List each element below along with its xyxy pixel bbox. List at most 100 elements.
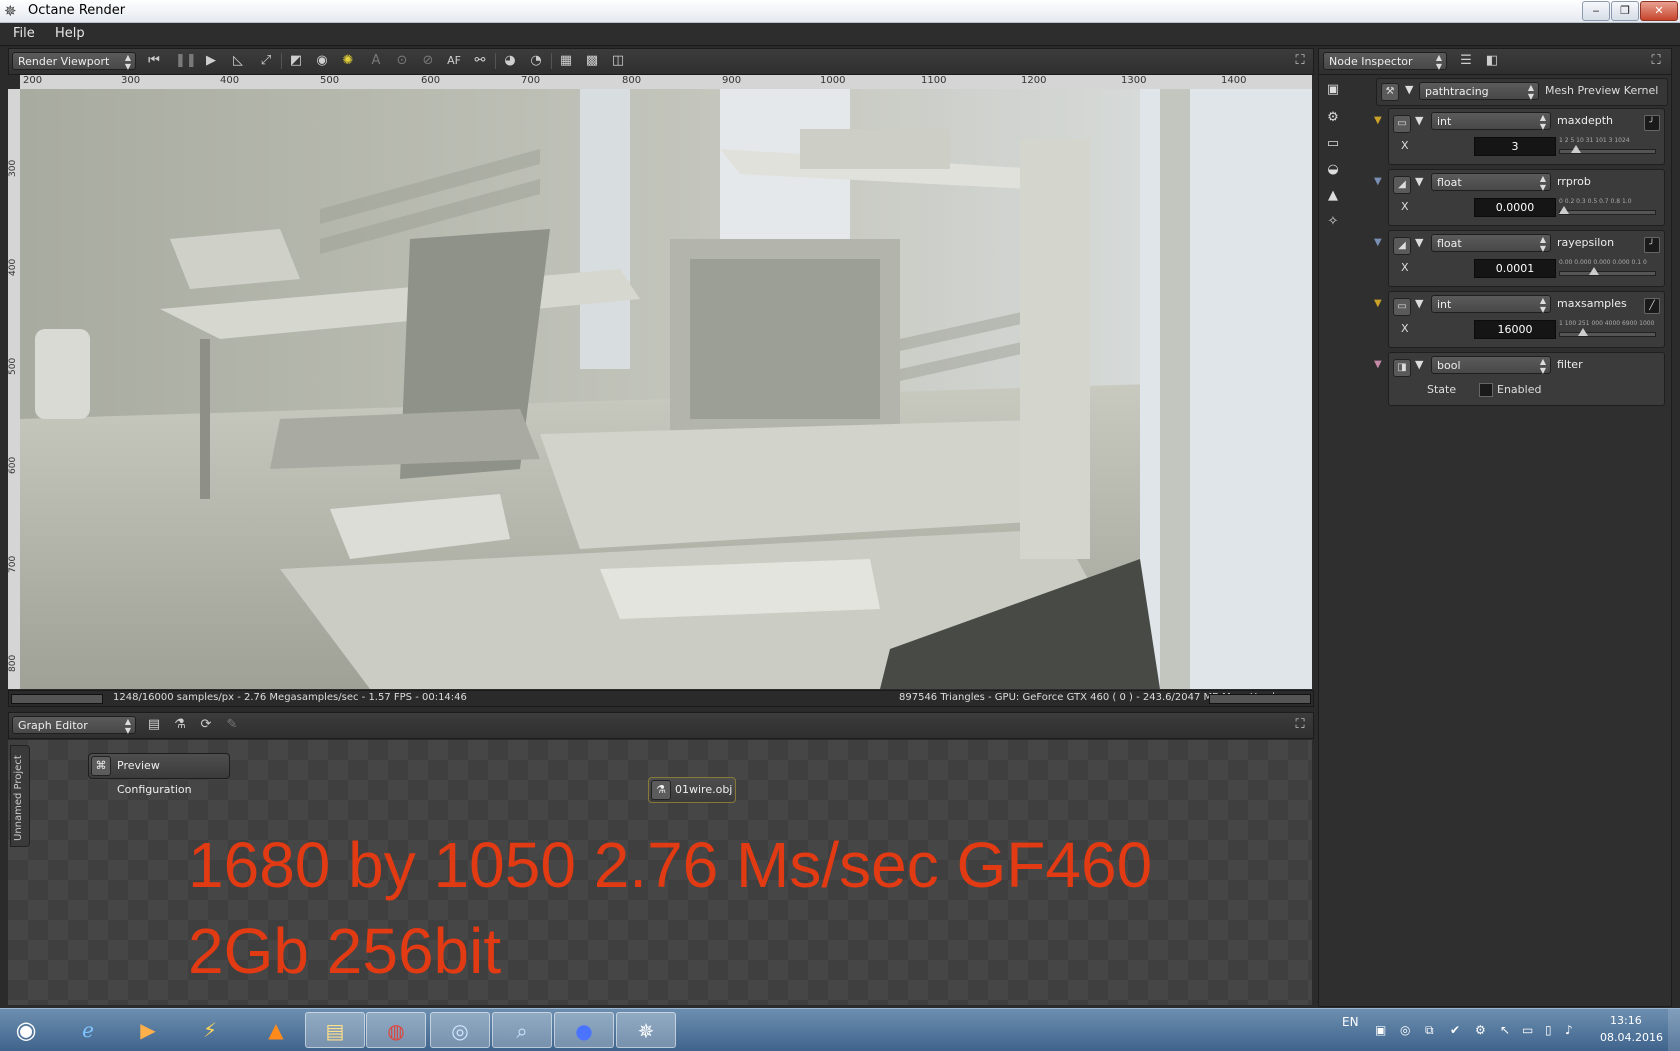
- value-slider[interactable]: 1 2 5 10 31 101 3 1024: [1559, 137, 1656, 155]
- value-input[interactable]: 0.0001: [1474, 259, 1556, 278]
- focus-picker-icon[interactable]: ◺: [229, 52, 247, 70]
- slider-knob[interactable]: [1559, 206, 1569, 214]
- zoom-picker-icon[interactable]: ⊙: [393, 52, 411, 70]
- mesh-node[interactable]: ⚗ 01wire.obj: [648, 777, 736, 803]
- white-balance-icon[interactable]: ◩: [287, 52, 305, 70]
- menu-help[interactable]: Help: [55, 26, 85, 41]
- edit-curve-icon[interactable]: ╯: [1644, 115, 1660, 131]
- postprocess-icon[interactable]: ✧: [1325, 214, 1341, 230]
- param-type-dropdown[interactable]: int ▲ ▼: [1431, 295, 1551, 314]
- show-desktop-button[interactable]: [1668, 1009, 1680, 1051]
- clay-mode-icon[interactable]: ◫: [609, 52, 627, 70]
- battery-tray-icon[interactable]: ▯: [1545, 1023, 1552, 1037]
- param-type-dropdown[interactable]: float ▲ ▼: [1431, 173, 1551, 192]
- alpha-checker-icon[interactable]: ▩: [583, 52, 601, 70]
- recenter-icon[interactable]: ⤢: [257, 52, 275, 70]
- close-button[interactable]: ✕: [1640, 1, 1678, 21]
- save-graph-icon[interactable]: ▤: [145, 716, 163, 734]
- input-pin-icon[interactable]: ▼: [1374, 359, 1382, 370]
- maximize-viewport-icon[interactable]: ⛶: [1291, 52, 1309, 70]
- maximize-button[interactable]: ❐: [1611, 1, 1639, 21]
- collapse-triangle-icon[interactable]: ▼: [1415, 175, 1423, 188]
- collapse-triangle-icon[interactable]: ▼: [1415, 236, 1423, 249]
- region-render-icon[interactable]: ◕: [501, 52, 519, 70]
- edit-curve-icon[interactable]: ╯: [1644, 237, 1660, 253]
- input-pin-icon[interactable]: ▼: [1374, 237, 1382, 248]
- expand-all-icon[interactable]: ☰: [1457, 52, 1475, 70]
- param-type-dropdown[interactable]: int ▲ ▼: [1431, 112, 1551, 131]
- media-player-icon[interactable]: ▶: [118, 1012, 178, 1048]
- blue-globe-icon[interactable]: ●: [554, 1012, 614, 1048]
- collapse-triangle-icon[interactable]: ▼: [1415, 114, 1423, 127]
- slider-knob[interactable]: [1588, 267, 1599, 275]
- display-tray-icon[interactable]: ▭: [1522, 1023, 1533, 1037]
- network-tray-icon[interactable]: ◎: [1400, 1023, 1410, 1037]
- search-tool-icon[interactable]: ⌕: [492, 1012, 552, 1048]
- graph-tool-icon[interactable]: ✎: [223, 716, 241, 734]
- chrome-icon[interactable]: ◍: [366, 1012, 426, 1048]
- project-side-tab[interactable]: Unnamed Project: [10, 745, 30, 847]
- imager-icon[interactable]: ▲: [1325, 188, 1341, 204]
- vlc-icon[interactable]: ▲: [246, 1012, 306, 1048]
- value-slider[interactable]: 1 100 251 000 4000 6900 10000: [1559, 320, 1656, 338]
- play-icon[interactable]: ▶: [202, 52, 220, 70]
- value-input[interactable]: 3: [1474, 137, 1556, 156]
- edit-curve-icon[interactable]: ╱: [1644, 298, 1660, 314]
- autofocus-button[interactable]: AF: [445, 52, 463, 70]
- film-region-icon[interactable]: ◔: [527, 52, 545, 70]
- panel-selector-dropdown[interactable]: Render Viewport ▲ ▼: [12, 52, 136, 71]
- render-image[interactable]: [20, 89, 1312, 689]
- tool-tray-icon[interactable]: ⚙: [1475, 1023, 1486, 1037]
- graph-editor-canvas[interactable]: ⌘ Preview Configuration ⚗ 01wire.obj 168…: [8, 740, 1312, 1005]
- slider-knob[interactable]: [1577, 328, 1588, 336]
- qbittorrent-icon[interactable]: ◎: [430, 1012, 490, 1048]
- object-picker-icon[interactable]: ⚯: [471, 52, 489, 70]
- pause-icon[interactable]: ❚❚: [175, 52, 197, 70]
- security-tray-icon[interactable]: ✔: [1450, 1023, 1460, 1037]
- light-picker-icon[interactable]: ✺: [339, 52, 357, 70]
- collapse-all-icon[interactable]: ◧: [1483, 52, 1501, 70]
- minimize-button[interactable]: ‒: [1582, 1, 1610, 21]
- maximize-graph-icon[interactable]: ⛶: [1291, 716, 1309, 734]
- start-orb-icon[interactable]: ◉: [0, 1012, 52, 1048]
- value-slider[interactable]: 0 0.2 0.3 0.5 0.7 0.8 1.0: [1559, 198, 1656, 216]
- clock-time[interactable]: 13:16: [1610, 1014, 1642, 1027]
- volume-tray-icon[interactable]: ♪: [1565, 1023, 1573, 1037]
- camera-icon[interactable]: ▭: [1325, 136, 1341, 152]
- slider-knob[interactable]: [1570, 145, 1581, 153]
- clock-date[interactable]: 08.04.2016: [1600, 1031, 1663, 1044]
- nvidia-tray-icon[interactable]: ▣: [1375, 1023, 1386, 1037]
- language-indicator[interactable]: EN: [1342, 1015, 1359, 1029]
- inspector-panel-selector-dropdown[interactable]: Node Inspector ▲ ▼: [1323, 52, 1447, 71]
- environment-icon[interactable]: ◒: [1325, 162, 1341, 178]
- input-pin-icon[interactable]: ▼: [1374, 115, 1382, 126]
- collapse-triangle-icon[interactable]: ▼: [1415, 358, 1423, 371]
- maximize-inspector-icon[interactable]: ⛶: [1647, 52, 1665, 70]
- menu-file[interactable]: File: [13, 26, 35, 41]
- collapse-triangle-icon[interactable]: ▼: [1405, 83, 1413, 96]
- value-input[interactable]: 16000: [1474, 320, 1556, 339]
- octane-render-icon[interactable]: ✵: [616, 1012, 676, 1048]
- cursor-tray-icon[interactable]: ↖: [1500, 1023, 1510, 1037]
- render-target-icon[interactable]: ▣: [1325, 82, 1341, 98]
- input-pin-icon[interactable]: ▼: [1374, 176, 1382, 187]
- load-material-icon[interactable]: ⚗: [171, 716, 189, 734]
- camera-target-icon[interactable]: ⊘: [419, 52, 437, 70]
- material-picker-icon[interactable]: ◉: [313, 52, 331, 70]
- param-type-dropdown[interactable]: float ▲ ▼: [1431, 234, 1551, 253]
- graph-panel-selector-dropdown[interactable]: Graph Editor ▲ ▼: [12, 716, 136, 735]
- reload-icon[interactable]: ⟳: [197, 716, 215, 734]
- file-explorer-icon[interactable]: ▤: [305, 1012, 365, 1048]
- restart-render-icon[interactable]: ⏮: [145, 52, 163, 70]
- preview-configuration-node[interactable]: ⌘ Preview Configuration: [88, 753, 230, 796]
- input-pin-icon[interactable]: ▼: [1374, 298, 1382, 309]
- grid-overlay-icon[interactable]: ▦: [557, 52, 575, 70]
- value-input[interactable]: 0.0000: [1474, 198, 1556, 217]
- kernel-type-dropdown[interactable]: pathtracing ▲ ▼: [1419, 82, 1539, 101]
- kernel-icon[interactable]: ⚙: [1325, 110, 1341, 126]
- param-type-dropdown[interactable]: bool ▲ ▼: [1431, 356, 1551, 375]
- autofocus-picker-icon[interactable]: A: [367, 52, 385, 70]
- winamp-icon[interactable]: ⚡: [180, 1012, 240, 1048]
- enabled-checkbox[interactable]: [1479, 383, 1493, 397]
- collapse-triangle-icon[interactable]: ▼: [1415, 297, 1423, 310]
